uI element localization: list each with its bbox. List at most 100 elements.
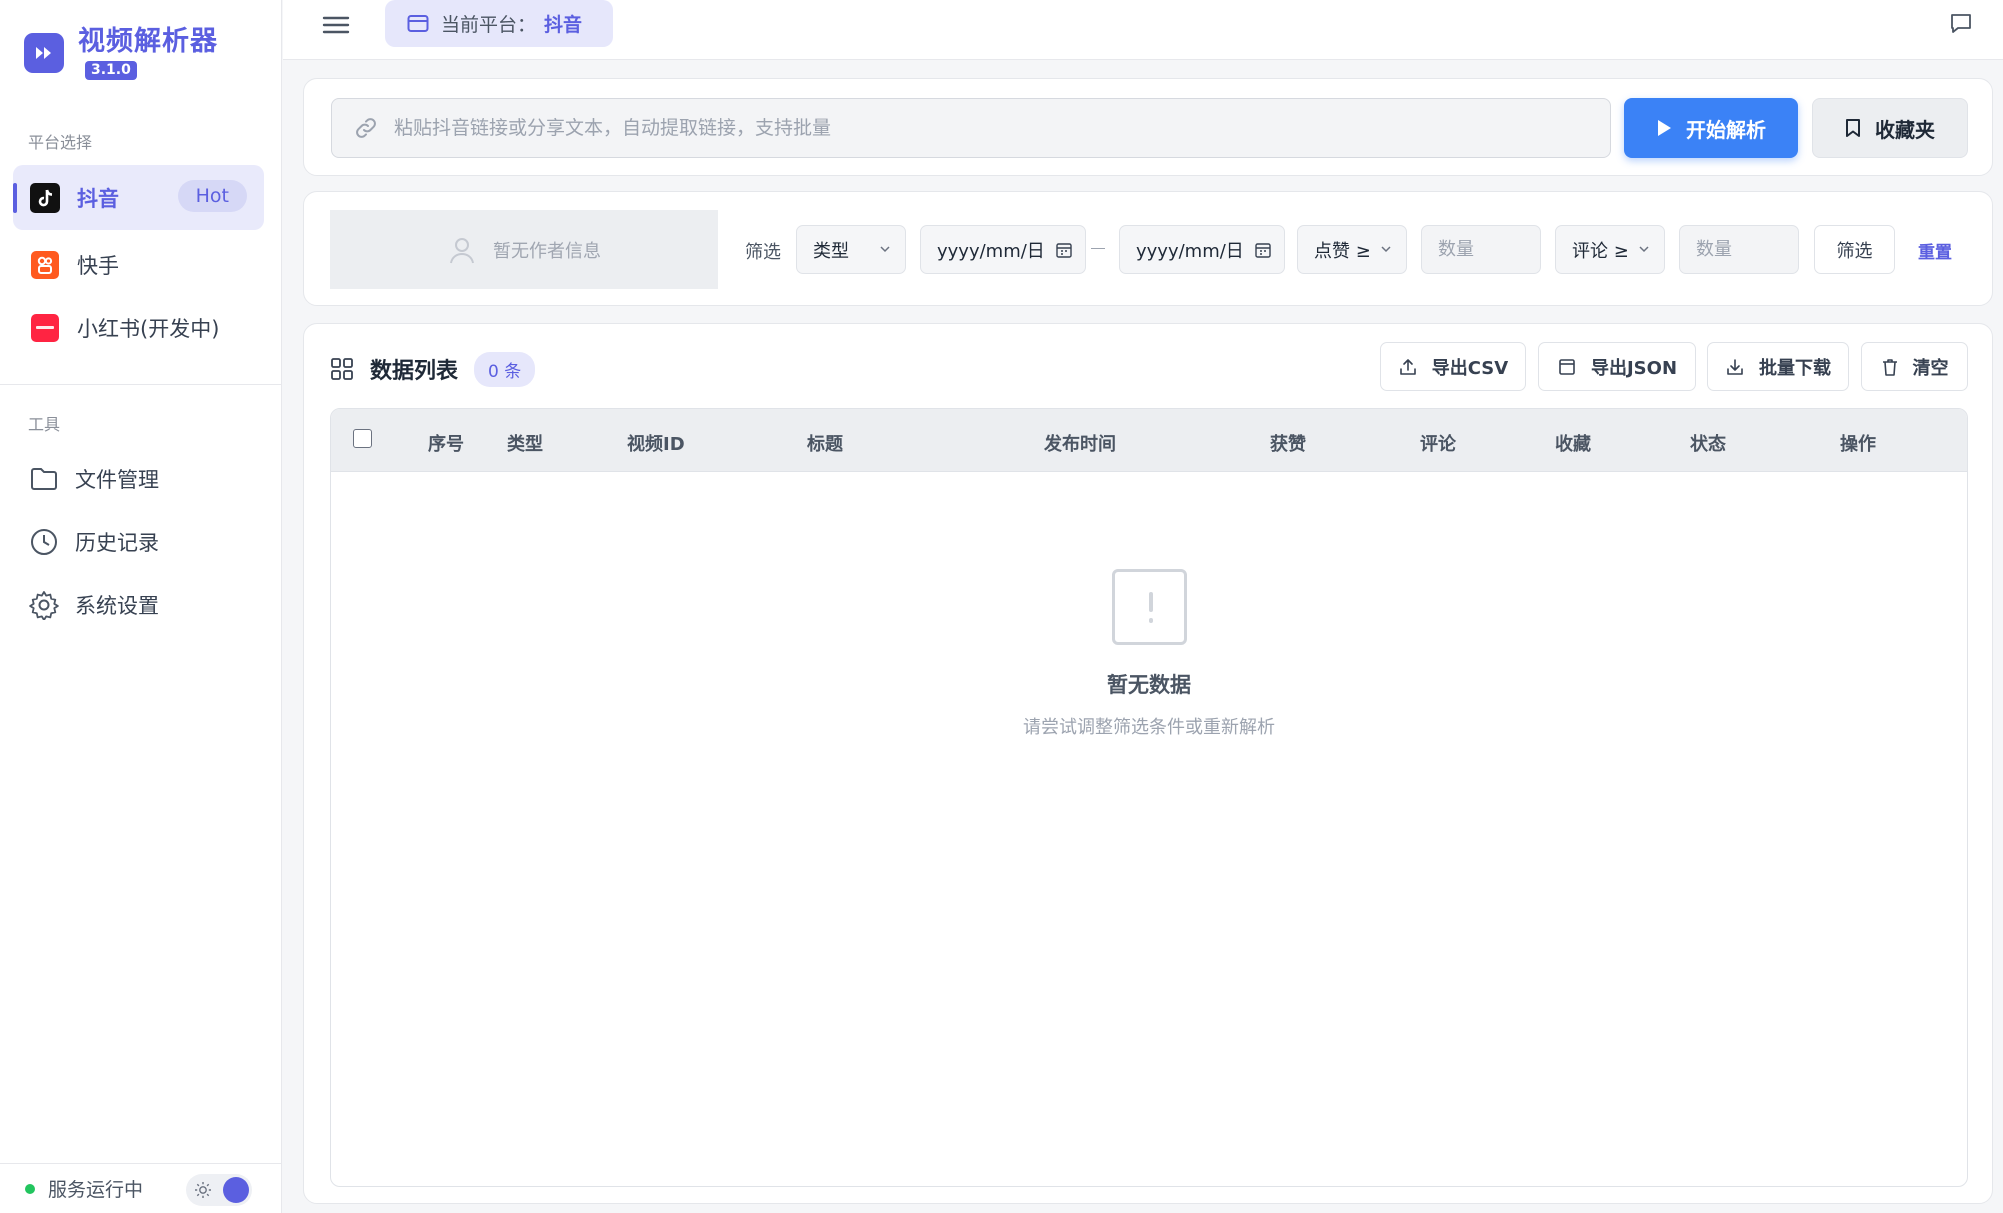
link-icon bbox=[356, 118, 376, 138]
batch-download-label: 批量下载 bbox=[1759, 357, 1831, 379]
app-logo-icon bbox=[24, 33, 64, 73]
select-all-checkbox[interactable] bbox=[353, 429, 372, 448]
date-range-separator bbox=[1091, 248, 1105, 249]
service-status-text: 服务运行中 bbox=[48, 1179, 144, 1201]
type-select-value: 类型 bbox=[813, 240, 849, 262]
upload-icon bbox=[1398, 357, 1418, 377]
xiaohongshu-icon bbox=[30, 313, 60, 343]
table-header: 序号 类型 视频ID 标题 发布时间 获赞 评论 收藏 状态 操作 bbox=[331, 409, 1967, 472]
type-select[interactable]: 类型 bbox=[796, 225, 906, 274]
favorites-button[interactable]: 收藏夹 bbox=[1812, 98, 1968, 158]
column-header-comments[interactable]: 评论 bbox=[1420, 430, 1456, 456]
column-header-type[interactable]: 类型 bbox=[507, 430, 543, 456]
batch-download-button[interactable]: 批量下载 bbox=[1707, 342, 1849, 391]
clear-label: 清空 bbox=[1912, 357, 1949, 379]
kuaishou-icon bbox=[30, 250, 60, 280]
start-parse-button[interactable]: 开始解析 bbox=[1624, 98, 1798, 158]
platform-section-label: 平台选择 bbox=[28, 133, 93, 152]
message-icon bbox=[1951, 14, 1971, 33]
clock-icon bbox=[29, 527, 59, 557]
download-icon bbox=[1725, 357, 1745, 377]
column-header-favorites[interactable]: 收藏 bbox=[1555, 430, 1591, 456]
gear-icon bbox=[29, 590, 59, 620]
sidebar-footer: 服务运行中 bbox=[0, 1163, 282, 1213]
column-header-video-id[interactable]: 视频ID bbox=[627, 430, 685, 456]
sidebar-item-kuaishou[interactable]: 快手 bbox=[13, 232, 264, 297]
app-title: 视频解析器 bbox=[78, 26, 218, 57]
sidebar-item-history[interactable]: 历史记录 bbox=[29, 522, 159, 562]
topbar: 当前平台： 抖音 bbox=[283, 0, 2003, 60]
window-icon bbox=[407, 14, 429, 32]
empty-state-subtitle: 请尝试调整筛选条件或重新解析 bbox=[1023, 717, 1275, 738]
record-count-badge: 0 条 bbox=[474, 351, 536, 387]
comments-count-input-wrapper bbox=[1679, 225, 1799, 274]
sidebar-item-label: 小红书(开发中) bbox=[77, 316, 220, 341]
chevron-down-icon bbox=[1381, 246, 1391, 253]
column-header-publish-time[interactable]: 发布时间 bbox=[1044, 430, 1116, 456]
sidebar-item-label: 快手 bbox=[77, 253, 119, 278]
likes-operator-select[interactable]: 点赞 ≥ bbox=[1297, 225, 1407, 274]
apply-filter-button[interactable]: 筛选 bbox=[1814, 225, 1895, 274]
data-list-card: 数据列表 0 条 导出CSV 导出JSON 批量下载 清空 序号 类型 视频ID… bbox=[303, 323, 1993, 1204]
status-indicator bbox=[25, 1183, 35, 1194]
start-parse-label: 开始解析 bbox=[1686, 117, 1766, 142]
likes-count-input[interactable] bbox=[1438, 239, 1540, 260]
column-header-title[interactable]: 标题 bbox=[807, 430, 843, 456]
favorites-label: 收藏夹 bbox=[1875, 117, 1935, 142]
url-input[interactable] bbox=[394, 117, 1594, 139]
sidebar: 视频解析器 3.1.0 平台选择 抖音 Hot 快手 小红书(开发中) 工具 文… bbox=[0, 0, 282, 1213]
author-info-box: 暂无作者信息 bbox=[330, 210, 718, 289]
data-list-title: 数据列表 bbox=[370, 359, 459, 384]
menu-toggle-button[interactable] bbox=[320, 12, 352, 38]
theme-toggle[interactable] bbox=[186, 1174, 252, 1206]
sidebar-item-douyin[interactable]: 抖音 Hot bbox=[13, 165, 264, 230]
export-json-button[interactable]: 导出JSON bbox=[1538, 342, 1696, 391]
empty-state-title: 暂无数据 bbox=[1107, 673, 1191, 697]
column-header-actions[interactable]: 操作 bbox=[1840, 430, 1876, 456]
data-table: 序号 类型 视频ID 标题 发布时间 获赞 评论 收藏 状态 操作 暂无数据 请… bbox=[330, 408, 1968, 1187]
hot-badge: Hot bbox=[177, 180, 247, 212]
play-icon bbox=[1658, 120, 1671, 136]
filter-card: 暂无作者信息 筛选 类型 yyyy/mm/日 yyyy/mm/日 点赞 ≥ 评论… bbox=[303, 191, 1993, 306]
comments-count-input[interactable] bbox=[1696, 239, 1798, 260]
reset-filter-button[interactable]: 重置 bbox=[1918, 238, 1952, 263]
likes-operator-value: 点赞 ≥ bbox=[1314, 240, 1371, 262]
sidebar-item-file-manager[interactable]: 文件管理 bbox=[29, 459, 159, 499]
version-badge: 3.1.0 bbox=[85, 61, 137, 80]
date-from-input[interactable]: yyyy/mm/日 bbox=[920, 225, 1086, 274]
current-platform-value: 抖音 bbox=[544, 14, 583, 36]
document-icon bbox=[1557, 357, 1577, 377]
column-header-likes[interactable]: 获赞 bbox=[1270, 430, 1306, 456]
calendar-icon bbox=[1255, 243, 1271, 258]
column-header-index[interactable]: 序号 bbox=[428, 430, 464, 456]
tools-section-label: 工具 bbox=[28, 415, 61, 434]
date-to-input[interactable]: yyyy/mm/日 bbox=[1119, 225, 1285, 274]
url-input-wrapper bbox=[331, 98, 1611, 158]
user-icon bbox=[450, 237, 474, 263]
feedback-button[interactable] bbox=[1949, 12, 1975, 38]
comments-operator-select[interactable]: 评论 ≥ bbox=[1555, 225, 1665, 274]
toggle-knob bbox=[223, 1177, 249, 1203]
date-from-value: yyyy/mm/日 bbox=[937, 240, 1045, 262]
chevron-down-icon bbox=[880, 246, 890, 253]
bookmark-icon bbox=[1846, 119, 1860, 137]
sidebar-item-settings[interactable]: 系统设置 bbox=[29, 585, 159, 625]
sidebar-item-xiaohongshu[interactable]: 小红书(开发中) bbox=[13, 295, 264, 360]
sidebar-item-label: 抖音 bbox=[77, 186, 119, 211]
sun-icon bbox=[195, 1182, 211, 1198]
sidebar-item-label: 系统设置 bbox=[75, 594, 159, 618]
column-header-status[interactable]: 状态 bbox=[1690, 430, 1726, 456]
export-csv-button[interactable]: 导出CSV bbox=[1380, 342, 1526, 391]
hamburger-icon bbox=[322, 16, 350, 34]
filter-label: 筛选 bbox=[745, 242, 781, 263]
sidebar-divider bbox=[0, 384, 282, 385]
current-platform-indicator: 当前平台： 抖音 bbox=[385, 0, 613, 47]
clear-button[interactable]: 清空 bbox=[1861, 342, 1968, 391]
chevron-down-icon bbox=[1639, 246, 1649, 253]
url-input-card: 开始解析 收藏夹 bbox=[303, 78, 1993, 176]
likes-count-input-wrapper bbox=[1421, 225, 1541, 274]
calendar-icon bbox=[1056, 243, 1072, 258]
sidebar-item-label: 历史记录 bbox=[75, 531, 159, 555]
current-platform-label: 当前平台： bbox=[441, 14, 537, 36]
author-placeholder-text: 暂无作者信息 bbox=[493, 240, 601, 262]
